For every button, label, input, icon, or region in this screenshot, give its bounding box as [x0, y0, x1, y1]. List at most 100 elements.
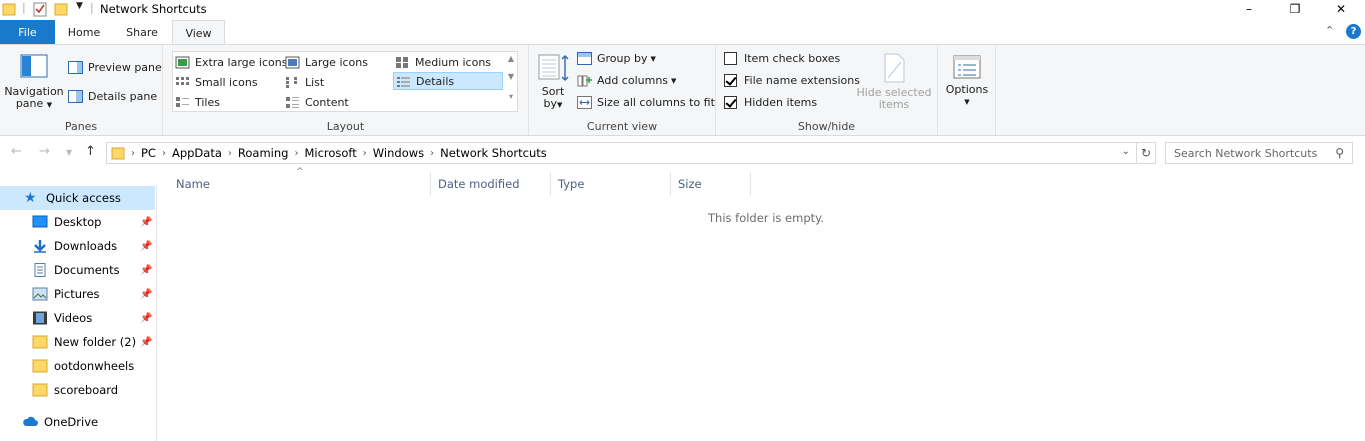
- layout-label: List: [305, 75, 325, 89]
- file-name-extensions-label: File name extensions: [744, 74, 860, 87]
- layout-extra-large-icons[interactable]: Extra large icons: [175, 53, 287, 71]
- dropdown-arrow-icon: ▼: [557, 101, 563, 109]
- layout-details[interactable]: Details: [393, 72, 503, 90]
- item-check-boxes-checkbox[interactable]: [724, 52, 737, 65]
- refresh-button[interactable]: ↻: [1137, 142, 1156, 164]
- nav-item-desktop[interactable]: Desktop 📌: [0, 210, 155, 234]
- layout-gallery: Extra large icons Large icons Medium ico…: [172, 51, 518, 112]
- show-hide-group-label: Show/hide: [797, 120, 856, 133]
- pin-icon[interactable]: 📌: [140, 241, 152, 252]
- size-all-columns-button[interactable]: Size all columns to fit: [577, 96, 715, 109]
- address-bar[interactable]: › PC › AppData › Roaming › Microsoft › W…: [106, 142, 1137, 164]
- hidden-items-toggle[interactable]: Hidden items: [724, 96, 817, 109]
- folder-icon: [111, 147, 125, 160]
- nav-item-scoreboard[interactable]: scoreboard: [0, 378, 155, 402]
- close-button[interactable]: ✕: [1318, 0, 1364, 18]
- pin-icon[interactable]: 📌: [140, 265, 152, 276]
- details-icon: [397, 76, 410, 87]
- gallery-scroll-up-icon[interactable]: ▲: [505, 54, 517, 63]
- nav-item-videos[interactable]: Videos 📌: [0, 306, 155, 330]
- file-name-extensions-checkbox[interactable]: [724, 74, 737, 87]
- nav-item-onedrive[interactable]: OneDrive: [0, 410, 155, 434]
- gallery-expand-icon[interactable]: ▾: [505, 92, 517, 101]
- breadcrumb-pc[interactable]: PC: [141, 146, 156, 160]
- current-view-group: Sort by▼ Group by ▼ Add columns ▼ Size a…: [529, 45, 716, 135]
- navigation-pane-label-2: pane: [15, 97, 44, 110]
- details-pane-button[interactable]: Details pane: [68, 90, 157, 103]
- properties-icon[interactable]: [32, 1, 48, 17]
- forward-arrow-icon[interactable]: →: [39, 144, 50, 159]
- hide-selected-items-button[interactable]: Hide selected items: [856, 52, 932, 111]
- minimize-button[interactable]: –: [1226, 0, 1272, 18]
- navigation-pane-button[interactable]: Navigation pane ▼: [4, 53, 64, 111]
- layout-large-icons[interactable]: Large icons: [285, 53, 368, 71]
- layout-label: Extra large icons: [195, 55, 288, 69]
- layout-list[interactable]: List: [285, 73, 324, 91]
- tab-view[interactable]: View: [172, 20, 225, 45]
- nav-item-new-folder-2[interactable]: New folder (2) 📌: [0, 330, 155, 354]
- item-check-boxes-toggle[interactable]: Item check boxes: [724, 52, 840, 65]
- column-header-type[interactable]: Type: [551, 172, 671, 196]
- empty-folder-message: This folder is empty.: [708, 211, 824, 225]
- tab-share[interactable]: Share: [113, 20, 171, 44]
- pin-icon[interactable]: 📌: [140, 217, 152, 228]
- layout-label: Small icons: [195, 75, 258, 89]
- breadcrumb-separator-icon: ›: [161, 147, 166, 159]
- options-group: Options ▼: [938, 45, 996, 135]
- hidden-items-checkbox[interactable]: [724, 96, 737, 109]
- search-box[interactable]: ⚲: [1165, 142, 1353, 164]
- sort-by-button[interactable]: Sort by▼: [535, 53, 571, 111]
- column-header-date-modified[interactable]: Date modified: [431, 172, 551, 196]
- pin-icon[interactable]: 📌: [140, 289, 152, 300]
- tab-home[interactable]: Home: [55, 20, 113, 44]
- layout-content[interactable]: Content: [285, 93, 349, 111]
- window-title: Network Shortcuts: [100, 2, 207, 16]
- pin-icon[interactable]: 📌: [140, 313, 152, 324]
- layout-tiles[interactable]: Tiles: [175, 93, 220, 111]
- gallery-scroll-down-icon[interactable]: ▼: [505, 72, 517, 81]
- preview-pane-button[interactable]: Preview pane: [68, 61, 162, 74]
- breadcrumb-separator-icon: ›: [430, 147, 435, 159]
- layout-small-icons[interactable]: Small icons: [175, 73, 258, 91]
- nav-item-downloads[interactable]: Downloads 📌: [0, 234, 155, 258]
- breadcrumb-roaming[interactable]: Roaming: [238, 146, 289, 160]
- breadcrumb-appdata[interactable]: AppData: [172, 146, 222, 160]
- desktop-icon: [32, 215, 48, 228]
- layout-label: Content: [305, 95, 349, 109]
- breadcrumb-microsoft[interactable]: Microsoft: [304, 146, 356, 160]
- options-button[interactable]: Options ▼: [940, 53, 994, 108]
- group-by-button[interactable]: Group by ▼: [577, 52, 656, 65]
- restore-button[interactable]: ❐: [1272, 0, 1318, 18]
- help-icon[interactable]: ?: [1346, 24, 1361, 39]
- nav-item-ootdonwheels[interactable]: ootdonwheels: [0, 354, 155, 378]
- breadcrumb-windows[interactable]: Windows: [373, 146, 424, 160]
- search-input[interactable]: [1174, 146, 1324, 160]
- download-arrow-icon: [34, 240, 46, 253]
- medium-icons-icon: [396, 56, 408, 68]
- search-icon[interactable]: ⚲: [1335, 146, 1344, 160]
- layout-label: Large icons: [305, 55, 368, 69]
- breadcrumb-separator-icon: ›: [362, 147, 367, 159]
- nav-item-quick-access[interactable]: ★ Quick access: [0, 186, 155, 210]
- large-icons-icon: [285, 56, 300, 68]
- collapse-ribbon-chevron-icon[interactable]: ⌃: [1325, 24, 1334, 37]
- column-header-name[interactable]: Name: [169, 172, 431, 196]
- address-dropdown-chevron-icon[interactable]: ⌄: [1122, 146, 1130, 157]
- pin-icon[interactable]: 📌: [140, 337, 152, 348]
- nav-item-label: Quick access: [46, 191, 121, 205]
- add-columns-button[interactable]: Add columns ▼: [577, 74, 676, 87]
- nav-item-pictures[interactable]: Pictures 📌: [0, 282, 155, 306]
- column-header-size[interactable]: Size: [671, 172, 751, 196]
- customize-toolbar-chevron-icon[interactable]: ▼: [76, 1, 83, 17]
- film-icon: [33, 311, 47, 325]
- tab-file[interactable]: File: [0, 20, 55, 44]
- breadcrumb-network-shortcuts[interactable]: Network Shortcuts: [440, 146, 547, 160]
- file-name-extensions-toggle[interactable]: File name extensions: [724, 74, 860, 87]
- nav-item-label: scoreboard: [54, 383, 119, 397]
- new-folder-icon[interactable]: [54, 1, 68, 17]
- back-arrow-icon[interactable]: ←: [11, 144, 22, 159]
- up-arrow-icon[interactable]: ↑: [85, 144, 96, 159]
- recent-locations-chevron-icon[interactable]: ▼: [66, 148, 72, 157]
- layout-medium-icons[interactable]: Medium icons: [395, 53, 491, 71]
- nav-item-documents[interactable]: Documents 📌: [0, 258, 155, 282]
